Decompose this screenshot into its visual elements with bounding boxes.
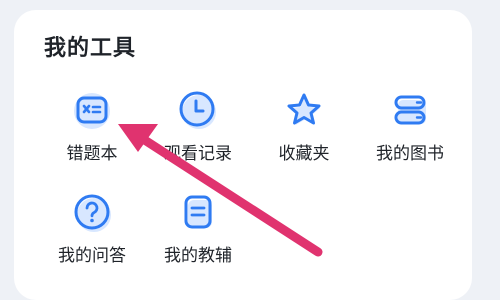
section-title: 我的工具 <box>44 36 137 61</box>
tool-watch-history[interactable]: 观看记录 <box>148 88 248 178</box>
tool-my-tutoring[interactable]: 我的教辅 <box>148 190 248 280</box>
tool-label: 观看记录 <box>164 144 232 164</box>
tool-label: 我的教辅 <box>164 246 232 266</box>
tool-label: 错题本 <box>66 144 118 164</box>
tool-my-qa[interactable]: 我的问答 <box>42 190 142 280</box>
document-icon <box>184 195 212 229</box>
star-icon <box>287 93 321 125</box>
tool-label: 收藏夹 <box>278 144 330 164</box>
books-icon <box>394 95 426 125</box>
tool-favorites[interactable]: 收藏夹 <box>254 88 354 178</box>
tool-my-books[interactable]: 我的图书 <box>360 88 460 178</box>
question-icon <box>74 194 111 232</box>
wrong-questions-icon <box>74 93 110 129</box>
tool-label: 我的问答 <box>58 246 126 266</box>
clock-icon <box>179 91 216 129</box>
tool-wrong-questions[interactable]: 错题本 <box>42 88 142 178</box>
tool-label: 我的图书 <box>376 144 444 164</box>
